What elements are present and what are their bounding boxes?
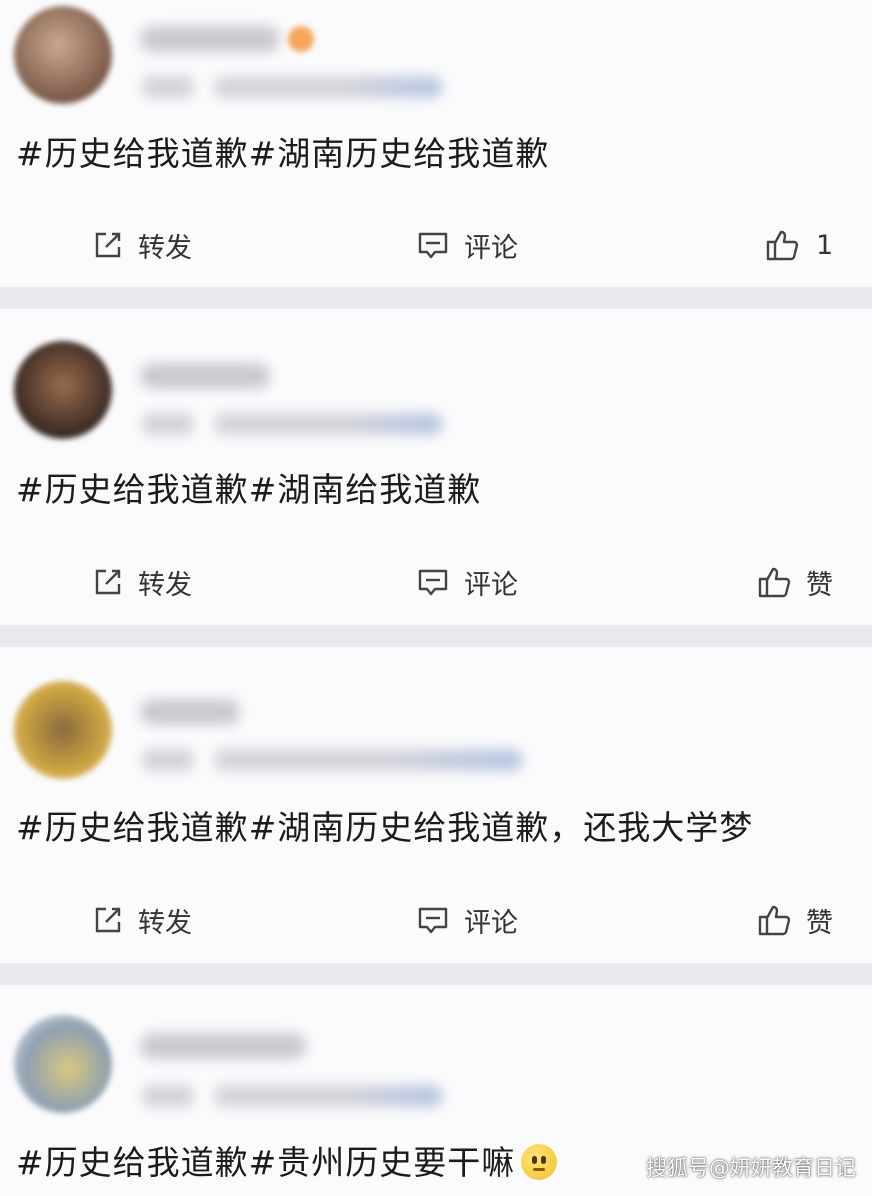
post-text: #历史给我道歉#贵州历史要干嘛 (16, 1143, 558, 1183)
post-card: #历史给我道歉#湖南历史给我道歉 转发 评论 1 (0, 0, 872, 287)
repost-label: 转发 (138, 907, 192, 939)
edit-share-icon (92, 904, 124, 936)
repost-button[interactable]: 转发 (92, 220, 192, 270)
action-bar: 转发 评论 赞 (0, 557, 872, 607)
comment-label: 评论 (464, 232, 518, 264)
avatar[interactable] (14, 6, 112, 104)
avatar[interactable] (14, 341, 112, 439)
post-text: #历史给我道歉#湖南历史给我道歉 (16, 134, 550, 173)
repost-button[interactable]: 转发 (92, 557, 192, 607)
source-blurred (214, 1085, 442, 1107)
repost-button[interactable]: 转发 (92, 895, 192, 945)
post-card: #历史给我道歉#湖南给我道歉 转发 评论 赞 (0, 309, 872, 625)
like-button[interactable]: 赞 (756, 895, 833, 945)
username-blurred[interactable] (140, 699, 240, 725)
action-bar: 转发 评论 赞 (0, 895, 872, 945)
username-blurred[interactable] (140, 363, 270, 389)
thumbs-up-icon (756, 903, 792, 937)
source-blurred (214, 749, 522, 771)
comment-icon (416, 229, 450, 261)
like-button[interactable]: 赞 (756, 557, 833, 607)
like-label: 赞 (806, 907, 833, 939)
timestamp-blurred (142, 1085, 194, 1107)
watermark: 搜狐号@妍妍教育日记 (646, 1156, 856, 1180)
comment-label: 评论 (464, 569, 518, 601)
comment-icon (416, 566, 450, 598)
like-count: 1 (816, 229, 834, 261)
comment-button[interactable]: 评论 (416, 220, 518, 270)
timestamp-blurred (142, 413, 194, 435)
post-text-content: #历史给我道歉#贵州历史要干嘛 (16, 1143, 516, 1182)
comment-button[interactable]: 评论 (416, 895, 518, 945)
source-blurred (214, 413, 442, 435)
post-text: #历史给我道歉#湖南给我道歉 (16, 470, 482, 509)
timestamp-blurred (142, 76, 194, 98)
action-bar: 转发 评论 1 (0, 220, 872, 270)
comment-button[interactable]: 评论 (416, 557, 518, 607)
vip-badge-icon (288, 26, 314, 52)
thumbs-up-icon (756, 565, 792, 599)
thumbs-up-icon (764, 228, 800, 262)
post-text: #历史给我道歉#湖南历史给我道歉，还我大学梦 (16, 808, 754, 847)
comment-icon (416, 904, 450, 936)
slight-smile-emoji-icon (521, 1144, 558, 1180)
post-card: #历史给我道歉#湖南历史给我道歉，还我大学梦 转发 评论 赞 (0, 647, 872, 963)
source-blurred (214, 76, 442, 98)
repost-label: 转发 (138, 569, 192, 601)
avatar[interactable] (14, 681, 112, 779)
repost-label: 转发 (138, 232, 192, 264)
edit-share-icon (92, 566, 124, 598)
timestamp-blurred (142, 749, 194, 771)
like-label: 赞 (806, 569, 833, 601)
edit-share-icon (92, 229, 124, 261)
username-blurred[interactable] (140, 1033, 306, 1059)
comment-label: 评论 (464, 907, 518, 939)
username-blurred[interactable] (140, 26, 280, 52)
like-button[interactable]: 1 (764, 220, 833, 270)
avatar[interactable] (14, 1015, 112, 1113)
